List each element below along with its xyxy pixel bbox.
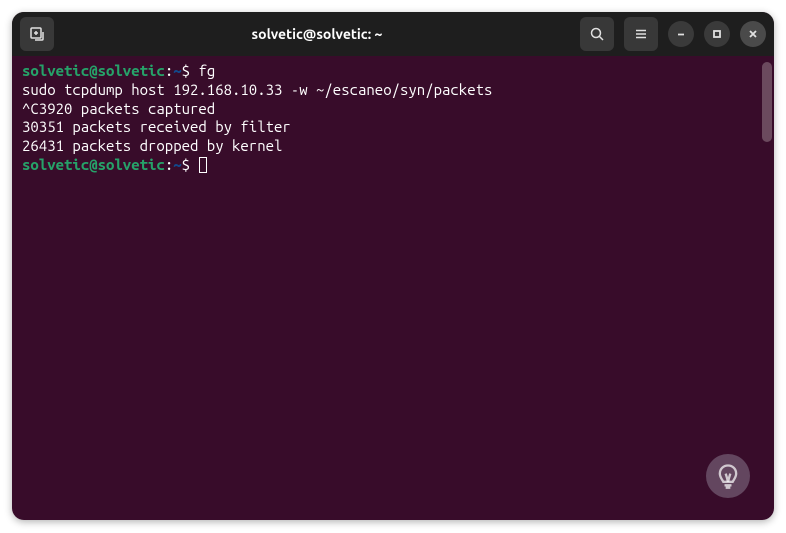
search-button[interactable] bbox=[580, 17, 614, 51]
prompt-sign: $ bbox=[182, 62, 199, 79]
titlebar-right bbox=[580, 17, 766, 51]
terminal-line-prompt-1: solvetic@solvetic:~$ fg bbox=[22, 62, 764, 81]
titlebar-left bbox=[20, 17, 54, 51]
output-line-4: 26431 packets dropped by kernel bbox=[22, 137, 764, 156]
prompt-path: ~ bbox=[173, 156, 181, 173]
close-button[interactable] bbox=[740, 21, 766, 47]
minimize-icon bbox=[675, 28, 687, 40]
window-title: solvetic@solvetic: ~ bbox=[62, 26, 572, 42]
prompt-user-host: solvetic@solvetic bbox=[22, 156, 165, 173]
minimize-button[interactable] bbox=[668, 21, 694, 47]
titlebar: solvetic@solvetic: ~ bbox=[12, 12, 774, 56]
prompt-colon: : bbox=[165, 62, 173, 79]
hamburger-icon bbox=[633, 26, 649, 42]
output-line-3: 30351 packets received by filter bbox=[22, 118, 764, 137]
watermark-logo bbox=[706, 454, 750, 498]
terminal-window: solvetic@solvetic: ~ bbox=[12, 12, 774, 520]
output-line-1: sudo tcpdump host 192.168.10.33 -w ~/esc… bbox=[22, 81, 764, 100]
maximize-icon bbox=[711, 28, 723, 40]
terminal-line-prompt-2: solvetic@solvetic:~$ bbox=[22, 156, 764, 175]
cursor bbox=[199, 157, 207, 173]
output-line-2: ^C3920 packets captured bbox=[22, 100, 764, 119]
search-icon bbox=[589, 26, 605, 42]
lightbulb-icon bbox=[714, 462, 742, 490]
maximize-button[interactable] bbox=[704, 21, 730, 47]
prompt-user-host: solvetic@solvetic bbox=[22, 62, 165, 79]
new-tab-button[interactable] bbox=[20, 17, 54, 51]
prompt-path: ~ bbox=[173, 62, 181, 79]
terminal-body[interactable]: solvetic@solvetic:~$ fg sudo tcpdump hos… bbox=[12, 56, 774, 520]
close-icon bbox=[747, 28, 759, 40]
command-1: fg bbox=[198, 62, 215, 79]
new-tab-icon bbox=[29, 26, 45, 42]
prompt-sign: $ bbox=[182, 156, 199, 173]
scrollbar-thumb[interactable] bbox=[762, 62, 772, 142]
prompt-colon: : bbox=[165, 156, 173, 173]
menu-button[interactable] bbox=[624, 17, 658, 51]
